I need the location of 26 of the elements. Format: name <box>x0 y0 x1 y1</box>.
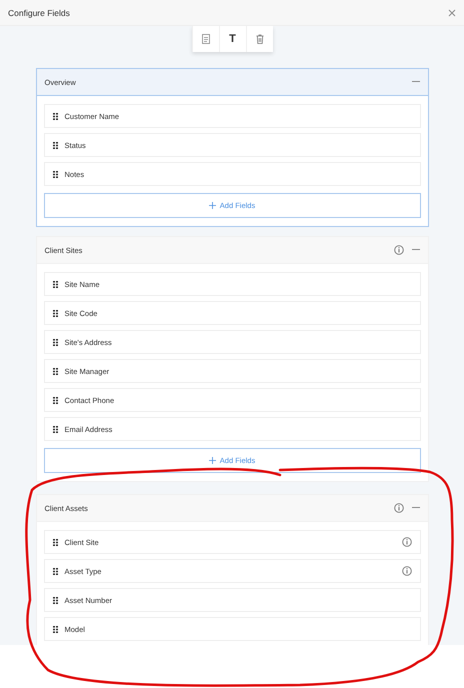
delete-button[interactable] <box>246 26 272 52</box>
document-button[interactable] <box>192 26 218 52</box>
drag-handle-icon[interactable] <box>52 310 58 316</box>
text-button[interactable]: T <box>218 26 246 52</box>
info-icon[interactable] <box>402 566 412 576</box>
info-icon[interactable] <box>402 537 412 547</box>
drag-handle-icon[interactable] <box>52 426 58 432</box>
info-icon[interactable] <box>394 245 404 255</box>
drag-handle-icon[interactable] <box>52 626 58 632</box>
window-title: Configure Fields <box>8 8 70 18</box>
drag-handle-icon[interactable] <box>52 142 58 148</box>
drag-handle-icon[interactable] <box>52 396 58 404</box>
drag-handle-icon[interactable] <box>52 368 58 374</box>
info-icon[interactable] <box>394 503 404 513</box>
plus-icon <box>208 457 216 464</box>
drag-handle-icon[interactable] <box>52 170 58 178</box>
drag-handle-icon[interactable] <box>52 568 58 574</box>
plus-icon <box>208 202 216 209</box>
document-icon <box>202 34 210 44</box>
drag-handle-icon[interactable] <box>52 112 58 120</box>
drag-handle-icon[interactable] <box>52 596 58 604</box>
drag-handle-icon[interactable] <box>52 280 58 288</box>
drag-handle-icon[interactable] <box>52 338 58 346</box>
delete-icon <box>256 34 264 44</box>
drag-handle-icon[interactable] <box>52 538 58 546</box>
close-icon[interactable] <box>448 8 456 16</box>
